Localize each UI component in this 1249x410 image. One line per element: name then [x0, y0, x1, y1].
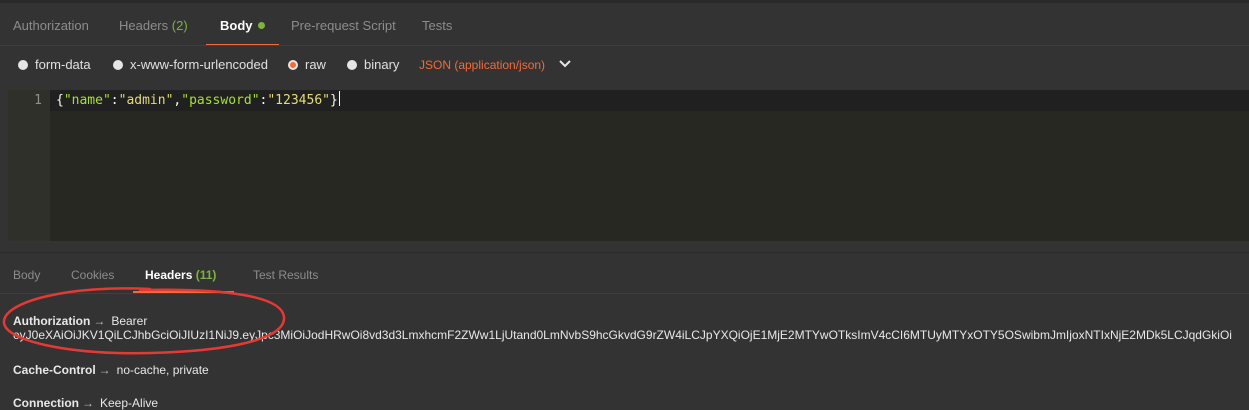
json-key-password: "password" [181, 93, 260, 108]
json-brace-open: { [56, 93, 64, 108]
arrow-right-icon: → [98, 363, 111, 377]
tab-label: Body [220, 18, 253, 33]
header-name: Connection [13, 396, 79, 410]
line-number: 1 [34, 93, 42, 108]
raw-body-editor[interactable]: 1 {"name":"admin","password":"123456"} [8, 90, 1249, 241]
radio-circle-icon [18, 60, 28, 70]
json-brace-close: } [329, 93, 338, 108]
tab-label: Pre-request Script [291, 18, 396, 33]
radio-form-data[interactable]: form-data [18, 46, 91, 86]
json-key-name: "name" [63, 93, 111, 108]
radio-x-www-form-urlencoded[interactable]: x-www-form-urlencoded [113, 46, 268, 86]
header-value: Bearer [111, 314, 148, 328]
tab-label: Cookies [71, 268, 115, 282]
tab-count-badge: (11) [195, 268, 217, 282]
response-tabs: Body Cookies Headers (11) Test Results [0, 253, 1249, 293]
tab-pre-request-script[interactable]: Pre-request Script [291, 3, 396, 45]
content-type-label: JSON (application/json) [419, 58, 546, 72]
chevron-down-icon[interactable] [558, 57, 572, 71]
radio-checked-icon [288, 60, 298, 70]
code-line[interactable]: {"name":"admin","password":"123456"} [56, 90, 340, 111]
radio-raw[interactable]: raw [288, 46, 326, 86]
tab-headers[interactable]: Headers (2) [119, 3, 188, 45]
arrow-right-icon: → [82, 396, 94, 410]
radio-label: binary [364, 57, 400, 72]
response-tab-headers[interactable]: Headers (11) [132, 253, 235, 293]
json-value-admin: "admin" [118, 93, 174, 108]
radio-label: raw [305, 57, 326, 72]
response-tabs-divider [0, 293, 1249, 294]
editor-gutter [8, 90, 50, 241]
radio-binary[interactable]: binary [347, 46, 399, 86]
json-value-password: "123456" [267, 93, 330, 108]
tab-label: Authorization [13, 18, 89, 33]
json-colon: : [110, 93, 119, 108]
response-tab-test-results[interactable]: Test Results [253, 253, 318, 293]
authorization-token-value: eyJ0eXAiOiJKV1QiLCJhbGciOiJIUzI1NiJ9.eyJ… [13, 328, 1232, 342]
response-header-authorization: Authorization → Bearer [13, 314, 147, 328]
tab-label: Headers [119, 18, 169, 33]
tab-label: Headers [145, 268, 193, 282]
radio-circle-icon [347, 60, 357, 70]
tab-tests[interactable]: Tests [422, 3, 452, 45]
response-header-cache-control: Cache-Control → no-cache, private [13, 363, 209, 377]
response-tab-cookies[interactable]: Cookies [71, 253, 114, 293]
radio-label: x-www-form-urlencoded [130, 57, 268, 72]
radio-label: form-data [35, 57, 91, 72]
radio-circle-icon [113, 60, 123, 70]
text-cursor [338, 91, 340, 106]
header-name: Cache-Control [13, 363, 96, 377]
response-header-connection: Connection → Keep-Alive [13, 396, 158, 410]
header-value: no-cache, private [116, 363, 209, 377]
response-tab-body[interactable]: Body [13, 253, 40, 293]
content-type-dropdown[interactable]: JSON (application/json) [419, 46, 545, 86]
header-value: Keep-Alive [100, 396, 159, 410]
tab-label: Body [13, 268, 41, 282]
tab-count-badge: (2) [171, 18, 188, 33]
tab-authorization[interactable]: Authorization [13, 3, 89, 45]
header-name: Authorization [13, 314, 91, 328]
request-tabs: Authorization Headers (2) Body Pre-reque… [0, 3, 1249, 46]
body-mode-selector: form-data x-www-form-urlencoded raw bina… [0, 46, 1249, 86]
tab-label: Test Results [253, 268, 319, 282]
tab-label: Tests [422, 18, 453, 33]
tab-body[interactable]: Body [206, 3, 278, 46]
active-dot-icon [257, 22, 265, 29]
arrow-right-icon: → [93, 314, 106, 328]
